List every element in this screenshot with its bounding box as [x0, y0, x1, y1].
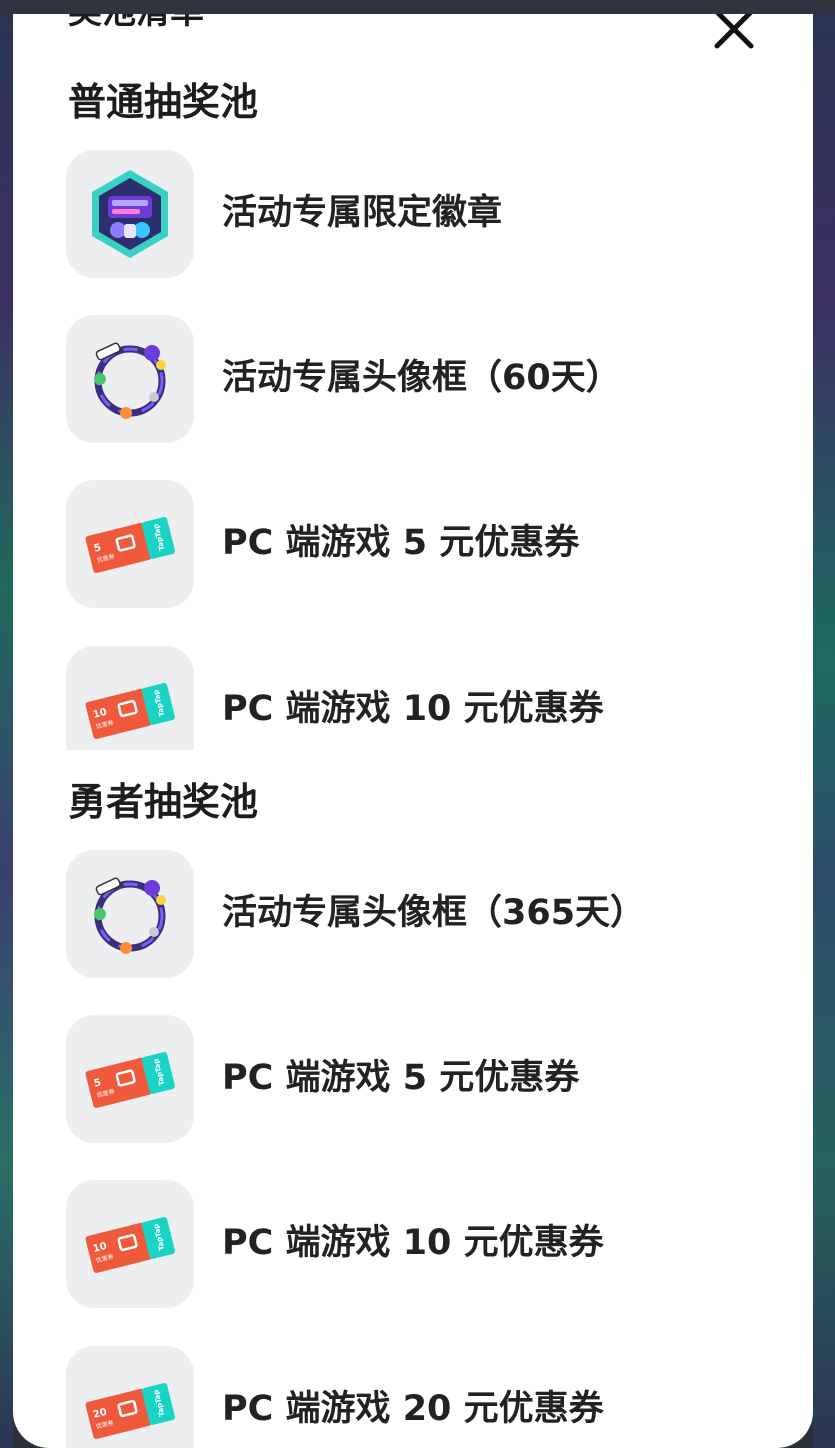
- prize-label: PC 端游戏 10 元优惠券: [222, 689, 604, 729]
- prize-item[interactable]: 10 优惠券 TapTap PC 端游戏 10 元优惠券: [66, 646, 766, 750]
- prize-thumb: 20 优惠券 TapTap: [66, 1346, 194, 1448]
- prize-label: PC 端游戏 20 元优惠券: [222, 1389, 604, 1429]
- prize-item[interactable]: 活动专属头像框（60天）: [66, 315, 766, 443]
- pool-title: 普通抽奖池: [68, 80, 259, 124]
- prize-item[interactable]: 5 优惠券 TapTap PC 端游戏 5 元优惠券: [66, 480, 766, 608]
- prize-thumb: 10 优惠券 TapTap: [66, 1180, 194, 1308]
- prize-label: PC 端游戏 10 元优惠券: [222, 1223, 604, 1263]
- prize-thumb: 5 优惠券 TapTap: [66, 1015, 194, 1143]
- badge-icon: [92, 170, 168, 258]
- prize-label: 活动专属头像框（365天）: [222, 893, 646, 933]
- prize-thumb: [66, 315, 194, 443]
- prize-item[interactable]: 10 优惠券 TapTap PC 端游戏 10 元优惠券: [66, 1180, 766, 1308]
- coupon-icon: 10 优惠券 TapTap: [85, 1217, 175, 1273]
- prize-label: PC 端游戏 5 元优惠券: [222, 523, 580, 563]
- backdrop-top-bar: [0, 0, 835, 14]
- prize-item[interactable]: 活动专属限定徽章: [66, 150, 766, 278]
- prize-thumb: 5 优惠券 TapTap: [66, 480, 194, 608]
- prize-label: PC 端游戏 5 元优惠券: [222, 1058, 580, 1098]
- prize-pool-modal: 奖池清单 普通抽奖池: [13, 14, 813, 1448]
- pool-section-brave: 勇者抽奖池 活动专属头像框（365天） 5 优惠券 TapTap PC 端游戏 …: [13, 770, 813, 1448]
- close-button[interactable]: [713, 14, 755, 50]
- coupon-icon: 10 优惠券 TapTap: [85, 683, 175, 739]
- coupon-icon: 20 优惠券 TapTap: [85, 1383, 175, 1439]
- prize-label: 活动专属头像框（60天）: [222, 358, 621, 398]
- prize-item[interactable]: 20 优惠券 TapTap PC 端游戏 20 元优惠券: [66, 1346, 766, 1448]
- modal-title: 奖池清单: [68, 14, 204, 32]
- coupon-icon: 5 优惠券 TapTap: [85, 1052, 175, 1108]
- coupon-icon: 5 优惠券 TapTap: [85, 517, 175, 573]
- pool-section-normal: 普通抽奖池 活动专属限定徽章 活动专属头像框（60天） 5 优惠券 TapTap…: [13, 70, 813, 750]
- prize-thumb: 10 优惠券 TapTap: [66, 646, 194, 750]
- prize-label: 活动专属限定徽章: [222, 193, 503, 233]
- avatar-frame-icon: [94, 342, 166, 419]
- prize-item[interactable]: 5 优惠券 TapTap PC 端游戏 5 元优惠券: [66, 1015, 766, 1143]
- backdrop-right-strip: [813, 14, 835, 1448]
- avatar-frame-icon: [94, 877, 166, 954]
- close-icon: [714, 14, 754, 49]
- pool-title: 勇者抽奖池: [68, 780, 259, 824]
- prize-thumb: [66, 150, 194, 278]
- backdrop-left-strip: [0, 14, 13, 1448]
- prize-thumb: [66, 850, 194, 978]
- prize-item[interactable]: 活动专属头像框（365天）: [66, 850, 766, 978]
